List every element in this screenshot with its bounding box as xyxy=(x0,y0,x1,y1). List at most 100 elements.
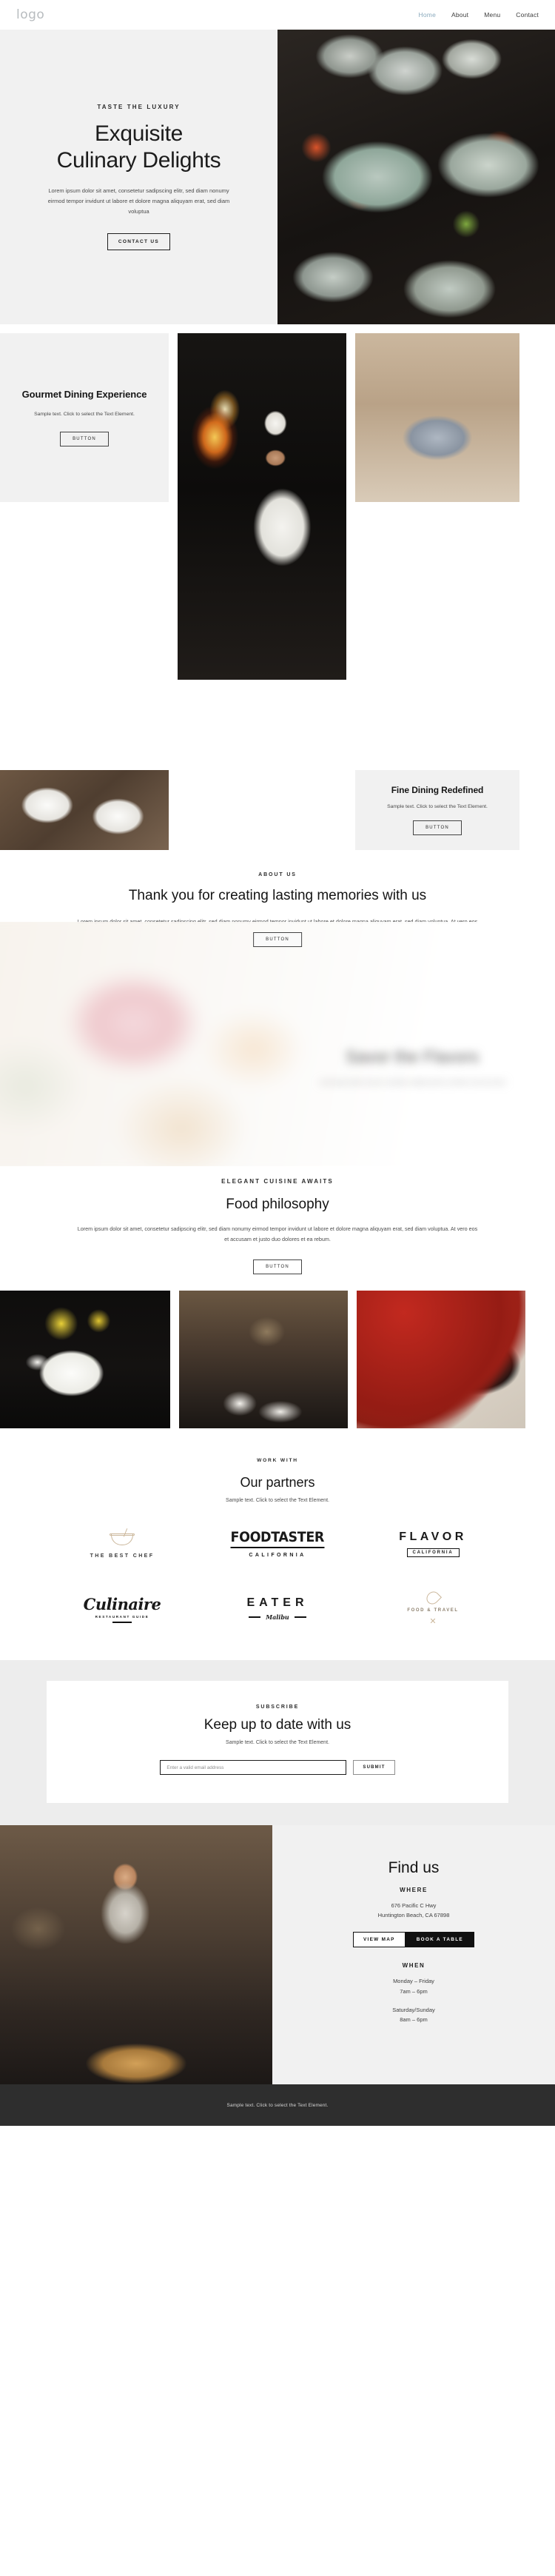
savor-title: Savor the Flavors xyxy=(345,1046,480,1066)
hero-section: TASTE THE LUXURY Exquisite Culinary Deli… xyxy=(0,30,555,324)
tomatoes-skillet-photo xyxy=(357,1291,525,1429)
fine-dining-button[interactable]: BUTTON xyxy=(413,820,462,836)
spacer xyxy=(346,511,355,689)
find-us-actions: VIEW MAP BOOK A TABLE xyxy=(352,1932,474,1948)
partner-sub: CALIFORNIA xyxy=(406,1548,460,1557)
about-button-wrap: BUTTON xyxy=(253,931,302,947)
spacer xyxy=(178,770,346,850)
about-button[interactable]: BUTTON xyxy=(253,931,302,947)
partner-logo-the-best-chef[interactable]: THE BEST CHEF xyxy=(90,1528,155,1559)
hero-paragraph: Lorem ipsum dolor sit amet, consetetur s… xyxy=(47,187,230,215)
find-us-info: Find us WHERE 676 Pacific C Hwy Huntingt… xyxy=(272,1825,555,2085)
partner-logo-grid: THE BEST CHEF FOODTASTER CALIFORNIA FLAV… xyxy=(0,1528,555,1626)
view-map-button[interactable]: VIEW MAP xyxy=(352,1932,406,1948)
philosophy-eyebrow: ELEGANT CUISINE AWAITS xyxy=(221,1177,334,1185)
chef-serving-photo xyxy=(0,1825,272,2085)
contact-us-button[interactable]: CONTACT US xyxy=(107,232,171,250)
partner-name: FOODTASTER xyxy=(230,1529,325,1549)
partner-name: Culinaire xyxy=(83,1594,161,1613)
philosophy-title: Food philosophy xyxy=(226,1196,329,1212)
partner-logo-flavor[interactable]: FLAVOR CALIFORNIA xyxy=(399,1530,467,1557)
partner-name: FOOD & TRAVEL xyxy=(407,1608,459,1613)
partners-title: Our partners xyxy=(240,1475,315,1491)
weekday-days: Monday – Friday xyxy=(393,1978,434,1985)
partners-subtitle: Sample text. Click to select the Text El… xyxy=(226,1498,329,1504)
feature-row-2: Fine Dining Redefined Sample text. Click… xyxy=(0,770,555,850)
hero-eyebrow: TASTE THE LUXURY xyxy=(97,104,181,111)
nav-item-contact[interactable]: Contact xyxy=(516,11,539,19)
savor-background-photo xyxy=(0,921,555,1166)
email-input[interactable] xyxy=(160,1760,347,1776)
fine-dining-text: Sample text. Click to select the Text El… xyxy=(387,804,488,810)
savor-paragraph: Lorem ipsum dolor sit amet, consetetur s… xyxy=(319,1080,505,1085)
philosophy-button[interactable]: BUTTON xyxy=(253,1259,302,1275)
site-logo[interactable]: logo xyxy=(16,7,44,22)
find-us-title: Find us xyxy=(388,1859,440,1877)
partner-logo-culinaire[interactable]: Culinaire RESTAURANT GUIDE xyxy=(84,1595,161,1623)
landing-page: logo Home About Menu Contact TASTE THE L… xyxy=(0,0,555,2127)
savor-copy: Savor the Flavors Lorem ipsum dolor sit … xyxy=(283,1046,542,1088)
weekday-hours: 7am – 6pm xyxy=(400,1987,428,1995)
about-eyebrow: ABOUT US xyxy=(258,872,297,877)
partner-logo-food-and-travel[interactable]: FOOD & TRAVEL ✕ xyxy=(407,1589,459,1626)
opening-hours: Monday – Friday 7am – 6pm Saturday/Sunda… xyxy=(392,1976,435,2033)
when-label: WHEN xyxy=(402,1962,426,1970)
spacer xyxy=(169,770,178,850)
mortar-bowl-icon xyxy=(109,1528,135,1548)
hero-title: Exquisite Culinary Delights xyxy=(57,121,221,173)
plated-dish-photo xyxy=(0,1291,170,1429)
gourmet-dining-title: Gourmet Dining Experience xyxy=(21,389,147,401)
nav-item-home[interactable]: Home xyxy=(419,11,436,19)
gallery-image-dish xyxy=(0,1291,170,1429)
hero-title-line1: Exquisite xyxy=(94,121,183,147)
nav-item-menu[interactable]: Menu xyxy=(484,11,500,19)
partner-logo-eater[interactable]: EATER Malibu xyxy=(246,1596,308,1621)
about-title: Thank you for creating lasting memories … xyxy=(128,888,427,903)
subscribe-title: Keep up to date with us xyxy=(204,1717,352,1733)
savor-section: BUTTON Savor the Flavors Lorem ipsum dol… xyxy=(0,921,555,1166)
partners-section: WORK WITH Our partners Sample text. Clic… xyxy=(0,1428,555,1661)
subscribe-eyebrow: SUBSCRIBE xyxy=(255,1704,300,1710)
hero-title-line2: Culinary Delights xyxy=(56,147,221,173)
subscribe-subtitle: Sample text. Click to select the Text El… xyxy=(226,1740,329,1746)
subscribe-section: SUBSCRIBE Keep up to date with us Sample… xyxy=(0,1660,555,1826)
find-us-image xyxy=(0,1825,272,2085)
partner-sub: RESTAURANT GUIDE xyxy=(95,1614,149,1619)
divider xyxy=(112,1621,132,1623)
gourmet-dining-button[interactable]: BUTTON xyxy=(60,431,109,446)
submit-button[interactable]: SUBMIT xyxy=(353,1760,395,1776)
gourmet-dining-panel: Gourmet Dining Experience Sample text. C… xyxy=(0,333,169,502)
hero-food-photo xyxy=(278,30,555,324)
chef-cooking-photo xyxy=(178,333,346,680)
partner-name: EATER xyxy=(246,1596,309,1610)
spacer xyxy=(0,324,555,333)
book-a-table-button[interactable]: BOOK A TABLE xyxy=(405,1932,474,1948)
partner-logo-foodtaster[interactable]: FOODTASTER CALIFORNIA xyxy=(226,1529,329,1558)
partner-name: FLAVOR xyxy=(399,1530,467,1543)
site-header: logo Home About Menu Contact xyxy=(0,0,555,30)
partner-sub: Malibu xyxy=(266,1613,289,1622)
subscribe-card: SUBSCRIBE Keep up to date with us Sample… xyxy=(47,1681,508,1804)
philosophy-paragraph: Lorem ipsum dolor sit amet, consetetur s… xyxy=(77,1225,478,1242)
fine-plate-photo xyxy=(355,333,519,502)
gallery-image-skillet xyxy=(357,1291,525,1429)
philosophy-section: ELEGANT CUISINE AWAITS Food philosophy L… xyxy=(0,1165,555,1291)
address: 676 Pacific C Hwy Huntington Beach, CA 6… xyxy=(378,1901,450,1920)
weekend-hours: 8am – 6pm xyxy=(400,2015,428,2023)
plate-image xyxy=(355,333,519,502)
gallery-row xyxy=(0,1291,555,1429)
nav-item-about[interactable]: About xyxy=(451,11,468,19)
fine-dining-panel: Fine Dining Redefined Sample text. Click… xyxy=(355,770,519,850)
spacer xyxy=(169,511,178,689)
address-line-2: Huntington Beach, CA 67898 xyxy=(377,1912,450,1919)
subscribe-form: SUBMIT xyxy=(76,1760,479,1776)
spacer xyxy=(346,770,355,850)
partner-sub: CALIFORNIA xyxy=(249,1553,306,1559)
divider xyxy=(249,1616,261,1618)
fine-dining-title: Fine Dining Redefined xyxy=(391,784,484,795)
divider xyxy=(294,1616,306,1618)
hero-image xyxy=(278,30,555,324)
gourmet-dining-text: Sample text. Click to select the Text El… xyxy=(34,412,135,418)
